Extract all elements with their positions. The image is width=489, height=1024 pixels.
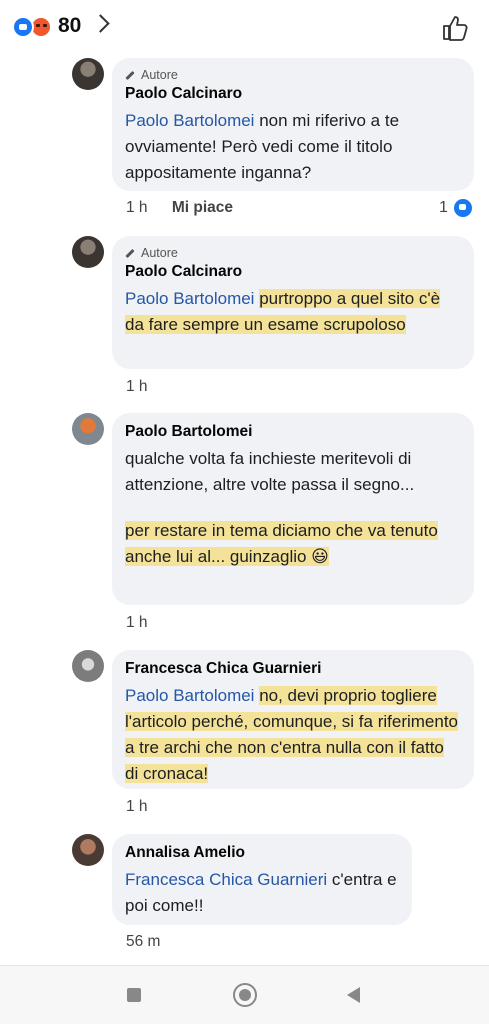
mention-link[interactable]: Paolo Bartolomei <box>125 686 254 705</box>
comment-meta: 56 m <box>126 933 160 951</box>
avatar[interactable] <box>72 58 104 90</box>
comment-bubble: Autore Paolo Calcinaro Paolo Bartolomei … <box>112 236 474 369</box>
comment-time: 1 h <box>126 199 148 216</box>
comment-text: Paolo Bartolomei no, devi proprio toglie… <box>125 683 461 787</box>
comment-time: 1 h <box>126 614 148 631</box>
highlighted-text: per restare in tema diciamo che va tenut… <box>125 521 438 566</box>
mention-link[interactable]: Paolo Bartolomei <box>125 111 254 130</box>
back-icon[interactable] <box>347 987 360 1003</box>
comment-bubble: Annalisa Amelio Francesca Chica Guarnier… <box>112 834 412 925</box>
comment-text: Francesca Chica Guarnieri c'entra e poi … <box>125 870 397 915</box>
comment-author[interactable]: Annalisa Amelio <box>125 844 399 862</box>
system-navbar <box>0 965 489 1024</box>
reaction-count: 80 <box>58 14 82 37</box>
mention-link[interactable]: Paolo Bartolomei <box>125 289 254 308</box>
comment-author[interactable]: Paolo Calcinaro <box>125 85 461 103</box>
chevron-right-icon[interactable] <box>91 14 110 33</box>
avatar[interactable] <box>72 650 104 682</box>
comment-text: Paolo Bartolomei purtroppo a quel sito c… <box>125 286 461 338</box>
comment-text: per restare in tema diciamo che va tenut… <box>125 518 461 570</box>
recent-apps-icon[interactable] <box>127 988 141 1002</box>
comment-meta: 1 h <box>126 614 148 632</box>
comment-bubble: Francesca Chica Guarnieri Paolo Bartolom… <box>112 650 474 789</box>
mention-link[interactable]: Francesca Chica Guarnieri <box>125 870 327 889</box>
home-icon[interactable] <box>233 983 257 1007</box>
pencil-icon <box>125 70 135 80</box>
comment-reaction-count: 1 <box>439 199 448 216</box>
avatar[interactable] <box>72 236 104 268</box>
reactions-bar[interactable]: 80 <box>0 0 489 55</box>
comment-time: 1 h <box>126 798 148 815</box>
comment-time: 56 m <box>126 933 161 950</box>
comment-author[interactable]: Francesca Chica Guarnieri <box>125 660 461 678</box>
comment-text: Paolo Bartolomei non mi riferivo a te ov… <box>125 111 400 182</box>
author-badge: Autore <box>125 68 461 82</box>
thumbs-up-outline-icon[interactable] <box>442 14 468 42</box>
comment-meta: 1 h <box>126 378 148 396</box>
comment-bubble: Autore Paolo Calcinaro Paolo Bartolomei … <box>112 58 474 191</box>
avatar[interactable] <box>72 834 104 866</box>
comment-author[interactable]: Paolo Bartolomei <box>125 423 461 441</box>
pencil-icon <box>125 248 135 258</box>
like-button[interactable]: Mi piace <box>172 199 233 216</box>
comment-author[interactable]: Paolo Calcinaro <box>125 263 461 281</box>
comment-time: 1 h <box>126 378 148 395</box>
comment-meta: 1 h Mi piace <box>126 199 233 217</box>
comment-meta: 1 h <box>126 798 148 816</box>
like-icon <box>454 199 472 217</box>
comment-text: qualche volta fa inchieste meritevoli di… <box>125 449 415 494</box>
avatar[interactable] <box>72 413 104 445</box>
author-badge: Autore <box>125 246 461 260</box>
comment-bubble: Paolo Bartolomei qualche volta fa inchie… <box>112 413 474 605</box>
like-reaction-icon <box>12 16 34 38</box>
